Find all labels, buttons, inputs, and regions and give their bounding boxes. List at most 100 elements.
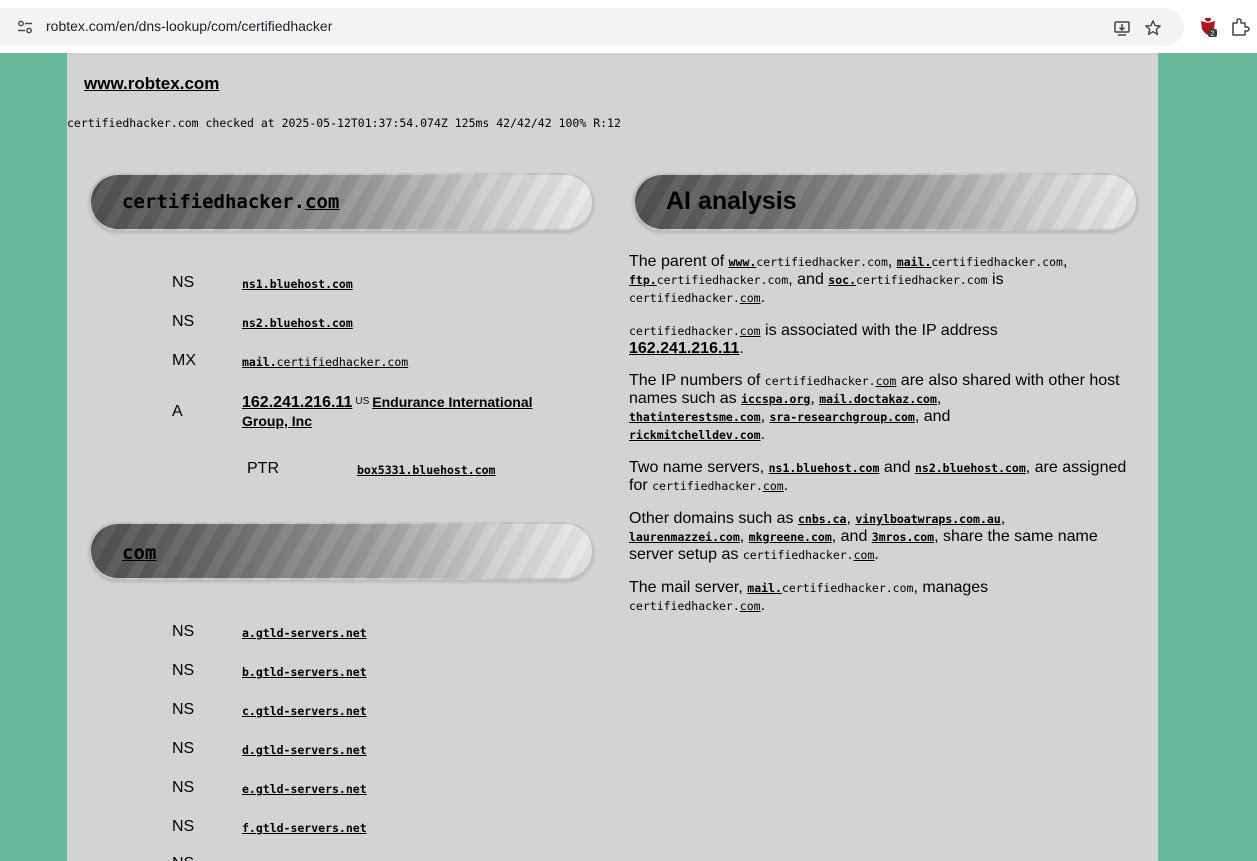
domain: certifiedhacker.com [656,273,789,287]
site-settings-icon[interactable] [17,20,33,34]
record-value-link[interactable]: mail.certifiedhacker.com [242,355,408,369]
tld-link[interactable]: com [740,291,761,305]
record-row: NS e.gtld-servers.net [67,779,627,809]
record-type: MX [172,352,196,369]
host-link[interactable]: sra-researchgroup.com [769,410,914,424]
a-record-ip-link[interactable]: 162.241.216.11 [242,394,352,411]
tld-title-link[interactable]: com [122,542,156,564]
text: , [739,528,749,545]
install-app-icon[interactable] [1113,19,1131,37]
org-link[interactable]: Endurance International [372,394,532,410]
text: , [887,253,897,270]
record-row: NS d.gtld-servers.net [67,740,627,770]
text: The IP numbers of [629,372,765,389]
tld-link[interactable]: com [740,599,761,613]
subdomain-link[interactable]: www. [729,255,757,269]
text: Other domains such as [629,510,798,527]
record-row: NS b.gtld-servers.net [67,662,627,692]
tld-link[interactable]: com [740,324,761,338]
country-code: US [355,396,370,407]
nameserver-link[interactable]: ns1.bluehost.com [769,461,880,475]
record-value-link[interactable]: ns2.bluehost.com [242,316,353,330]
tld-link[interactable]: com [854,548,875,562]
address-bar[interactable]: robtex.com/en/dns-lookup/com/certifiedha… [0,8,1184,46]
org-link-line2[interactable]: Group, Inc [242,413,312,429]
mx-domain: certifiedhacker.com [276,355,409,369]
tld-link[interactable]: com [876,374,897,388]
record-type: NS [172,855,194,861]
bookmark-star-icon[interactable] [1144,19,1162,37]
host-link[interactable]: thatinterestsme.com [629,410,761,424]
ai-banner-title: AI analysis [666,187,797,215]
record-type: NS [172,701,195,718]
domain: certifiedhacker. [652,479,763,493]
text: . [739,340,744,357]
mx-subdomain-link[interactable]: mail. [242,355,277,369]
ptr-value-link[interactable]: box5331.bluehost.com [357,463,495,477]
browser-toolbar: robtex.com/en/dns-lookup/com/certifiedha… [0,0,1257,53]
record-type: NS [172,740,195,757]
robtex-home-link[interactable]: www.robtex.com [84,74,219,94]
text: , and [831,528,872,545]
domain-title-tld-link[interactable]: com [305,191,339,213]
text: Two name servers, [629,459,769,476]
domain-link[interactable]: 3mros.com [872,530,934,544]
ai-paragraph: The parent of www.certifiedhacker.com, m… [629,253,1139,307]
url-host: robtex.com [46,18,116,34]
domain-link[interactable]: laurenmazzei.com [629,530,740,544]
domain-link[interactable]: cnbs.ca [798,512,846,526]
ai-paragraph: certifiedhacker.com is associated with t… [629,322,1139,357]
text: . [760,289,766,306]
subdomain-link[interactable]: soc. [828,273,856,287]
ai-paragraph: The mail server, mail.certifiedhacker.co… [629,579,1139,615]
ai-analysis-text: The parent of www.certifiedhacker.com, m… [629,253,1139,630]
record-row: NS a.gtld-servers.net [67,623,627,653]
nameserver-link[interactable]: ns2.bluehost.com [915,461,1026,475]
record-value-link[interactable]: f.gtld-servers.net [242,821,367,835]
url-path: /en/dns-lookup/com/certifiedhacker [115,18,333,34]
record-type: NS [172,623,195,640]
domain-link[interactable]: mkgreene.com [749,530,832,544]
domain: certifiedhacker.com [756,255,888,269]
tld-link[interactable]: com [763,479,784,493]
text: . [760,597,766,614]
text: is [987,271,1004,288]
record-value-link[interactable]: a.gtld-servers.net [242,626,367,640]
domain: certifiedhacker.com [931,255,1063,269]
subdomain-link[interactable]: mail. [897,255,932,269]
tld-banner-title: com [122,542,156,564]
url-text[interactable]: robtex.com/en/dns-lookup/com/certifiedha… [46,18,332,34]
subdomain-link[interactable]: mail. [747,581,782,595]
record-value-link[interactable]: d.gtld-servers.net [242,743,367,757]
domain: certifiedhacker. [764,374,876,388]
record-row: NS ns2.bluehost.com [67,313,627,343]
ai-paragraph: Two name servers, ns1.bluehost.com and n… [629,459,1139,495]
record-row: NS f.gtld-servers.net [67,818,627,848]
text: is associated with the IP address [760,322,998,339]
domain: certifiedhacker.com [781,581,914,595]
text: , [1000,510,1006,527]
text: The mail server, [629,579,748,596]
record-value-link[interactable]: ns1.bluehost.com [242,277,353,291]
host-link[interactable]: rickmitchelldev.com [629,428,761,442]
ai-paragraph: Other domains such as cnbs.ca, vinylboat… [629,510,1139,564]
record-value-link[interactable]: b.gtld-servers.net [242,665,367,679]
text: , manages [913,579,989,596]
text: . [783,477,789,494]
record-value-link[interactable]: c.gtld-servers.net [242,704,367,718]
shield-extension-icon[interactable]: 2 [1198,17,1218,37]
a-record-row: A 162.241.216.11 US Endurance Internationa… [67,391,627,441]
ip-link[interactable]: 162.241.216.11 [629,340,739,357]
host-link[interactable]: mail.doctakaz.com [819,392,937,406]
domain-title-name: certifiedhacker. [122,191,306,213]
domain-link[interactable]: vinylboatwraps.com.au [855,512,1000,526]
record-value-link[interactable]: e.gtld-servers.net [242,782,367,796]
text: , and [914,408,951,425]
domain: certifiedhacker. [629,291,740,305]
record-row: NS [67,855,627,861]
host-link[interactable]: iccspa.org [741,392,810,406]
subdomain-link[interactable]: ftp. [629,273,657,287]
extensions-puzzle-icon[interactable] [1230,17,1250,37]
text: . [760,426,766,443]
extension-badge: 2 [1211,31,1215,38]
